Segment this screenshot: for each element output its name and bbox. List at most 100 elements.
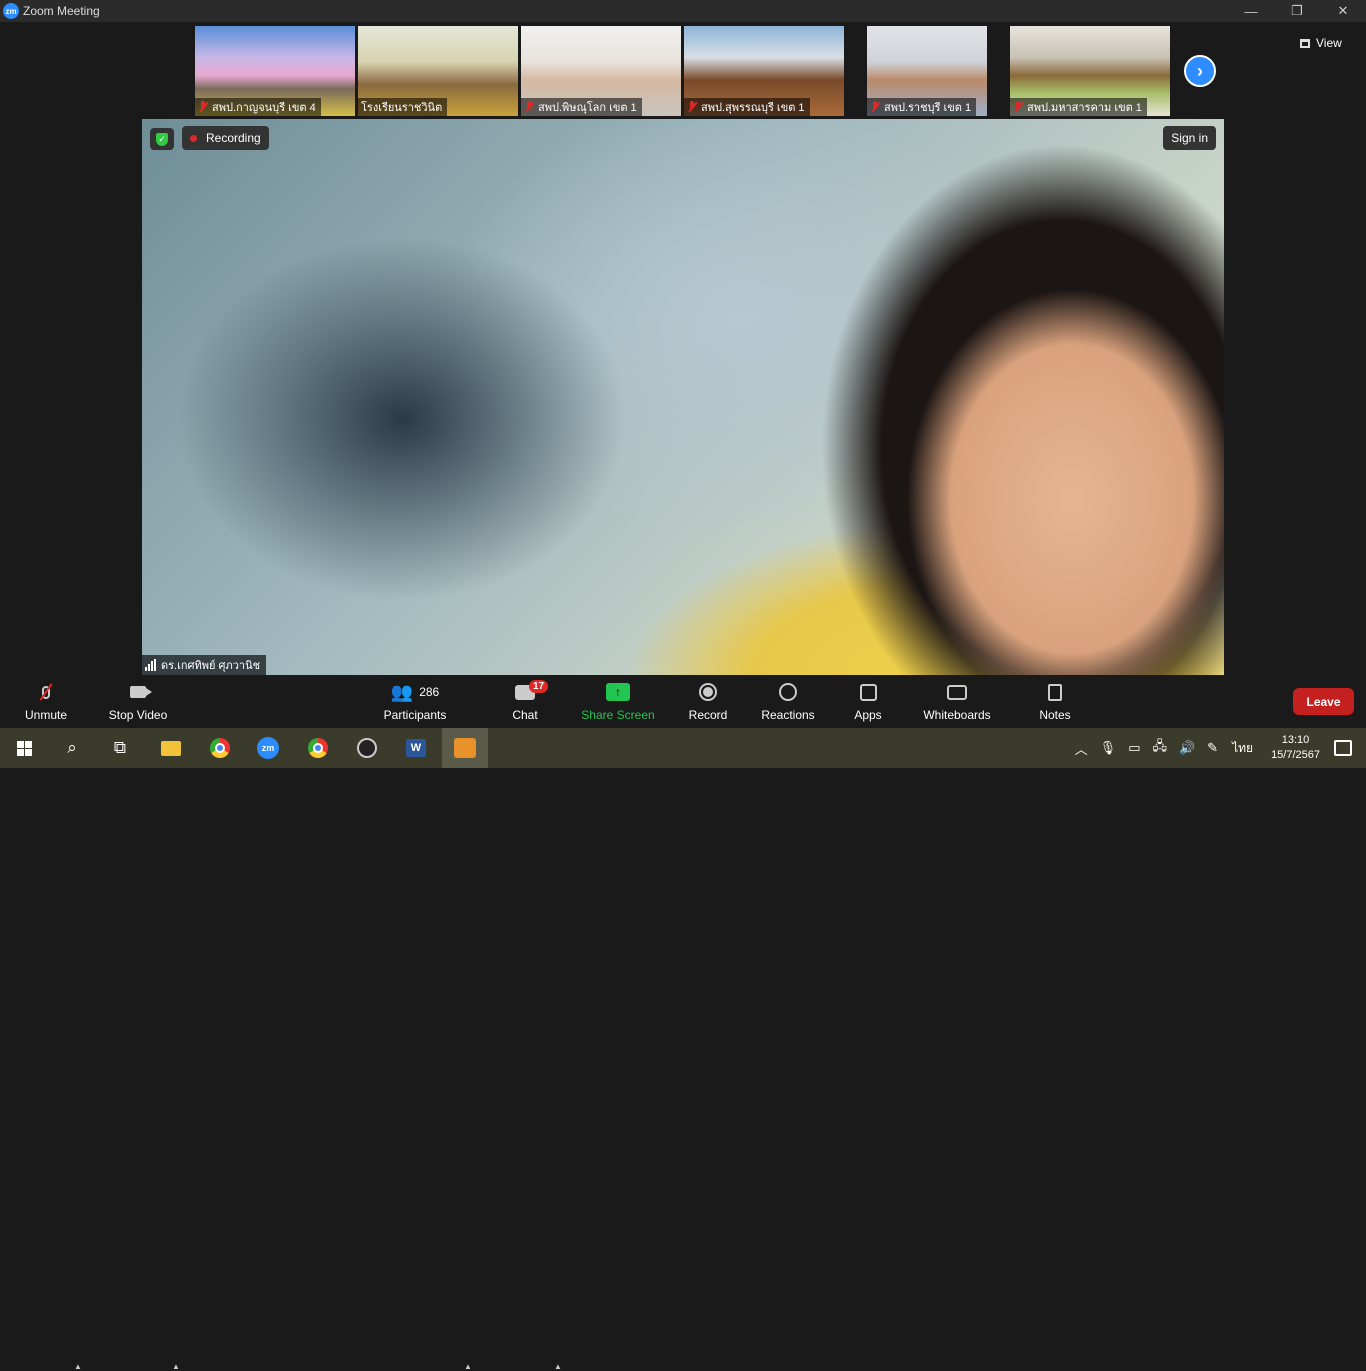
notes-icon: [1048, 683, 1062, 701]
whiteboard-icon: [947, 684, 967, 700]
share-screen-button[interactable]: ↑ Share Screen: [580, 676, 656, 728]
zoom-taskbar-button[interactable]: zm: [245, 728, 291, 768]
participant-thumbnail[interactable]: สพป.ราชบุรี เขต 1: [867, 26, 987, 116]
notes-label: Notes: [1039, 708, 1071, 722]
stop-video-button[interactable]: Stop Video: [106, 676, 170, 728]
apps-icon: [859, 683, 877, 701]
participant-thumbnail[interactable]: สพป.กาญจนบุรี เขต 4: [195, 26, 355, 116]
pen-icon[interactable]: ✎: [1207, 740, 1218, 756]
minimize-button[interactable]: —: [1228, 0, 1274, 22]
participants-label: Participants: [383, 708, 447, 722]
security-badge[interactable]: ✓: [150, 128, 174, 150]
word-icon: W: [406, 739, 426, 757]
apps-button[interactable]: Apps: [850, 676, 886, 728]
chrome-profile-icon: [308, 738, 328, 758]
mic-muted-icon: [1013, 101, 1023, 113]
sign-in-button[interactable]: Sign in: [1163, 126, 1216, 150]
folder-icon: [161, 740, 181, 756]
signal-strength-icon: [145, 659, 156, 671]
participant-name-tag: สพป.ราชบุรี เขต 1: [867, 98, 977, 116]
gallery-view-icon: [1300, 38, 1310, 48]
participant-name: สพป.สุพรรณบุรี เขต 1: [701, 102, 805, 114]
mic-muted-icon: [870, 101, 880, 113]
whiteboards-label: Whiteboards: [923, 708, 991, 722]
participant-name: สพป.ราชบุรี เขต 1: [884, 102, 972, 114]
participants-options-chevron-icon[interactable]: ▲: [464, 1362, 472, 1371]
active-speaker-video: ✓ Recording Sign in ดร.เกศทิพย์ ศุภวานิช: [142, 119, 1224, 675]
chrome-button[interactable]: [197, 728, 243, 768]
zoom-logo-icon: zm: [3, 3, 19, 19]
volume-icon[interactable]: 🔊: [1179, 740, 1195, 756]
clock[interactable]: 13:10 15/7/2567: [1271, 733, 1320, 763]
video-camera-icon: [130, 686, 152, 698]
chat-button[interactable]: 17 Chat: [505, 676, 549, 728]
speaker-name: ดร.เกศทิพย์ ศุภวานิช: [161, 660, 261, 672]
speaker-name-tag: ดร.เกศทิพย์ ศุภวานิช: [142, 655, 267, 675]
window-controls: — ❐ ✕: [1228, 0, 1366, 22]
participant-name: สพป.พิษณุโลก เขต 1: [538, 102, 637, 114]
obs-button[interactable]: [344, 728, 390, 768]
video-options-chevron-icon[interactable]: ▲: [172, 1362, 180, 1371]
next-page-button[interactable]: ›: [1184, 55, 1216, 87]
participant-thumbnail[interactable]: โรงเรียนราชวินิต: [358, 26, 518, 116]
window-title: Zoom Meeting: [23, 4, 100, 18]
notes-button[interactable]: Notes: [1035, 676, 1075, 728]
share-screen-arrow-icon: ↑: [606, 683, 630, 701]
apps-label: Apps: [854, 708, 882, 722]
microphone-icon[interactable]: 🎙: [1100, 740, 1117, 756]
windows-taskbar: ⌕ ⧉ zm W ︿ 🎙 ▭ 🖧 🔊 ✎ ไทย 13:10 15/7/2567: [0, 728, 1366, 768]
participant-count: 286: [419, 685, 440, 699]
system-tray: ︿ 🎙 ▭ 🖧 🔊 ✎ ไทย 13:10 15/7/2567: [1069, 728, 1366, 768]
title-bar: zm Zoom Meeting — ❐ ✕: [0, 0, 1366, 22]
recording-indicator[interactable]: Recording: [182, 126, 269, 150]
participant-name-tag: สพป.กาญจนบุรี เขต 4: [195, 98, 321, 116]
windows-logo-icon: [16, 740, 32, 756]
notification-center-icon[interactable]: [1334, 740, 1352, 756]
chat-options-chevron-icon[interactable]: ▲: [554, 1362, 562, 1371]
search-icon: ⌕: [67, 738, 77, 757]
share-screen-label: Share Screen: [581, 708, 655, 722]
restore-button[interactable]: ❐: [1274, 0, 1320, 22]
chrome-profile-button[interactable]: [295, 728, 341, 768]
file-explorer-button[interactable]: [148, 728, 194, 768]
reactions-label: Reactions: [761, 708, 815, 722]
participant-name: โรงเรียนราชวินิต: [361, 102, 443, 114]
reactions-button[interactable]: Reactions: [758, 676, 818, 728]
record-button[interactable]: Record: [686, 676, 730, 728]
chevron-up-icon[interactable]: ︿: [1075, 739, 1088, 758]
whiteboards-button[interactable]: Whiteboards: [920, 676, 994, 728]
record-label: Record: [688, 708, 728, 722]
unmute-button[interactable]: Unmute: [20, 676, 72, 728]
network-icon[interactable]: 🖧: [1152, 737, 1167, 759]
input-language-indicator[interactable]: ไทย: [1232, 739, 1253, 758]
clock-time: 13:10: [1281, 734, 1310, 746]
zoom-app-icon: zm: [257, 737, 279, 759]
task-view-button[interactable]: ⧉: [97, 728, 143, 768]
participant-thumbnail[interactable]: สพป.มหาสารคาม เขต 1: [1010, 26, 1170, 116]
record-icon: [699, 683, 717, 701]
unmute-label: Unmute: [24, 708, 68, 722]
meeting-toolbar: Unmute ▲ Stop Video ▲ 👥 286 Participants…: [0, 676, 1366, 1371]
participant-name: สพป.มหาสารคาม เขต 1: [1027, 102, 1142, 114]
recording-label: Recording: [206, 131, 261, 145]
participant-name: สพป.กาญจนบุรี เขต 4: [212, 102, 316, 114]
start-button[interactable]: [1, 728, 47, 768]
participant-name-tag: โรงเรียนราชวินิต: [358, 98, 448, 116]
search-button[interactable]: ⌕: [49, 728, 95, 768]
chrome-icon: [210, 738, 230, 758]
leave-button[interactable]: Leave: [1293, 688, 1354, 715]
recording-dot-icon: [190, 134, 197, 142]
word-button[interactable]: W: [393, 728, 439, 768]
participants-button[interactable]: 👥 286 Participants: [380, 676, 450, 728]
participant-thumbnail[interactable]: สพป.สุพรรณบุรี เขต 1: [684, 26, 844, 116]
active-app-button[interactable]: [442, 728, 488, 768]
audio-options-chevron-icon[interactable]: ▲: [74, 1362, 82, 1371]
view-button[interactable]: View: [1300, 33, 1342, 53]
battery-icon[interactable]: ▭: [1128, 740, 1140, 756]
close-button[interactable]: ✕: [1320, 0, 1366, 22]
view-label: View: [1316, 36, 1342, 50]
task-view-icon: ⧉: [113, 738, 127, 757]
presentation-app-icon: [454, 738, 476, 758]
participant-thumbnail[interactable]: สพป.พิษณุโลก เขต 1: [521, 26, 681, 116]
shield-check-icon: ✓: [156, 132, 168, 146]
